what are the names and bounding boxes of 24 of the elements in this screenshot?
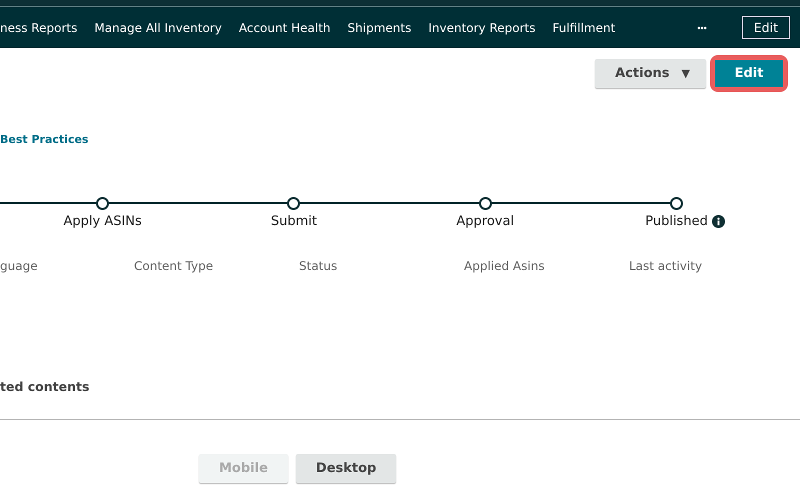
nav-link[interactable]: Inventory Reports: [428, 20, 536, 34]
edit-nav-button[interactable]: Edit: [742, 16, 790, 39]
info-icon[interactable]: [712, 215, 725, 228]
column-header: Status: [299, 259, 338, 275]
edit-button[interactable]: Edit: [715, 60, 783, 86]
more-button[interactable]: •••: [697, 22, 707, 32]
caret-icon: ▼: [682, 66, 690, 80]
step-label: Submit: [270, 214, 317, 229]
column-header: Content Type: [134, 259, 214, 275]
step-label: Published: [645, 214, 708, 229]
nav-link[interactable]: Shipments: [348, 20, 412, 34]
nav-link[interactable]: Fulfillment: [552, 20, 616, 34]
actions-button[interactable]: Actions ▼: [595, 58, 706, 88]
best-practices-link[interactable]: Best Practices: [0, 133, 88, 146]
view-button[interactable]: Desktop: [296, 454, 396, 483]
column-header: Applied Asins: [464, 259, 546, 275]
nav-link[interactable]: Account Health: [238, 20, 331, 34]
column-header: Last activity: [629, 259, 704, 275]
nav-link[interactable]: Manage All Inventory: [94, 20, 222, 34]
section-title: ted contents: [0, 379, 90, 394]
step-label: Apply ASINs: [63, 214, 142, 229]
nav-link[interactable]: ness Reports: [0, 20, 78, 34]
step-label: Approval: [456, 214, 514, 229]
column-header: guage: [0, 259, 39, 275]
